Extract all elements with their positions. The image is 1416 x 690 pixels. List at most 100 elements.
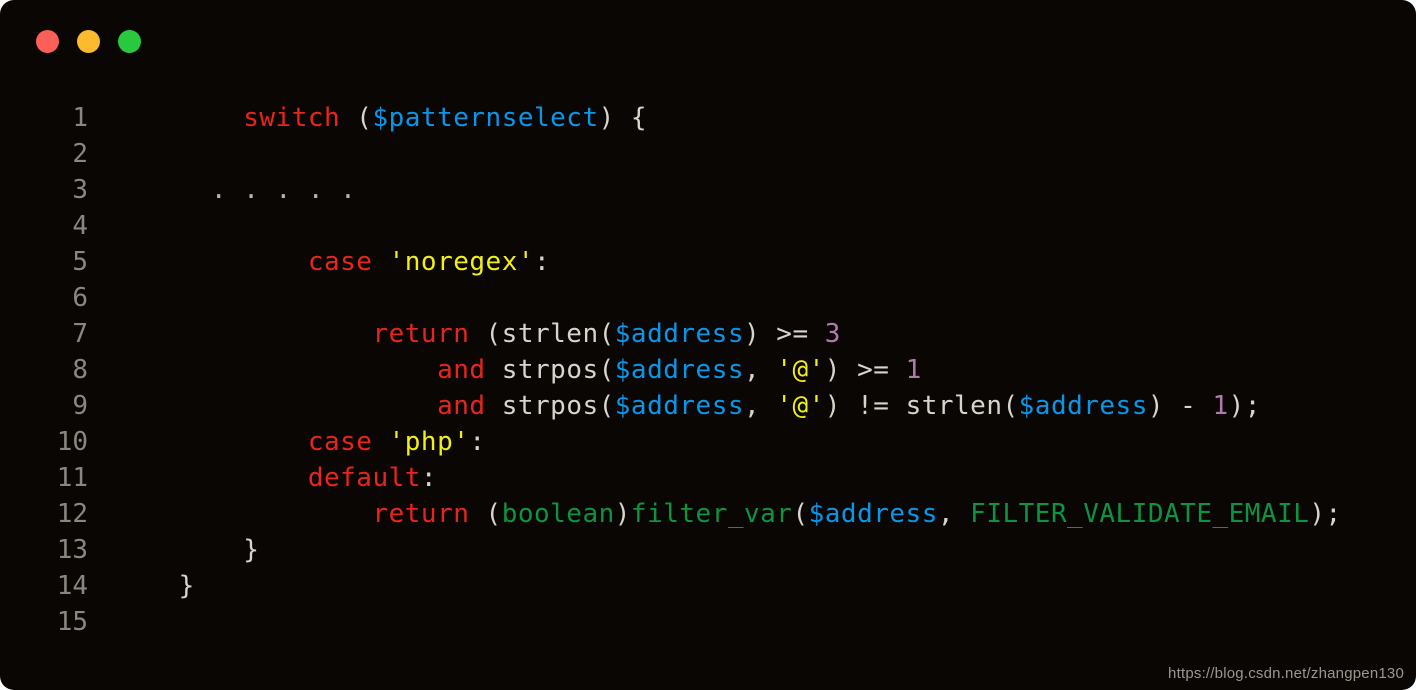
token-plain: } xyxy=(114,535,260,565)
token-num: 1 xyxy=(1212,391,1229,421)
line-number: 2 xyxy=(72,139,88,169)
token-fn: filter_var xyxy=(630,499,793,529)
code-line[interactable]: 13 } xyxy=(0,532,1416,568)
code-line-content: switch ($patternselect) { xyxy=(88,100,1416,136)
token-plain: strpos( xyxy=(485,355,615,385)
token-plain: ); xyxy=(1309,499,1342,529)
line-number: 3 xyxy=(72,175,88,205)
token-kw: case xyxy=(307,427,373,457)
token-plain: , xyxy=(937,499,971,529)
token-kw: switch xyxy=(243,103,341,133)
code-line[interactable]: 7 return (strlen($address) >= 3 xyxy=(0,316,1416,352)
code-line[interactable]: 10 case 'php': xyxy=(0,424,1416,460)
token-str: '@' xyxy=(776,355,825,385)
code-line-content: } xyxy=(88,532,1416,568)
code-line-content: and strpos($address, '@') != strlen($add… xyxy=(88,388,1416,424)
token-kw: and xyxy=(437,391,486,421)
token-plain: ) { xyxy=(598,103,648,133)
token-plain: ) >= xyxy=(824,355,906,385)
code-line[interactable]: 5 case 'noregex': xyxy=(0,244,1416,280)
window-titlebar xyxy=(0,0,1416,82)
code-window: 1 switch ($patternselect) {2 3 . . . . .4… xyxy=(0,0,1416,690)
token-plain: : xyxy=(420,463,438,493)
token-kw: and xyxy=(437,355,486,385)
token-plain: ( xyxy=(792,499,809,529)
token-type: boolean xyxy=(501,499,615,529)
token-plain: : xyxy=(534,247,551,277)
token-var: $patternselect xyxy=(372,103,599,133)
line-number: 7 xyxy=(72,319,88,349)
line-number: 4 xyxy=(72,211,88,241)
watermark-url: https://blog.csdn.net/zhangpen130 xyxy=(1168,665,1404,682)
line-number: 1 xyxy=(72,103,88,133)
token-plain: ) xyxy=(614,499,631,529)
code-line-content: return (strlen($address) >= 3 xyxy=(88,316,1416,352)
token-plain: ( xyxy=(469,499,502,529)
token-kw: case xyxy=(307,247,373,277)
token-plain: } xyxy=(114,571,195,601)
line-number: 15 xyxy=(56,607,88,637)
token-plain: ( xyxy=(340,103,373,133)
line-number: 11 xyxy=(56,463,88,493)
token-plain: ) - xyxy=(1147,391,1213,421)
code-line-content: and strpos($address, '@') >= 1 xyxy=(88,352,1416,388)
line-number: 13 xyxy=(56,535,88,565)
code-line-content: case 'noregex': xyxy=(88,244,1416,280)
code-line[interactable]: 4 xyxy=(0,208,1416,244)
token-plain: strpos( xyxy=(485,391,615,421)
close-dot[interactable] xyxy=(36,30,59,53)
token-kw: return xyxy=(372,499,470,529)
line-number: 10 xyxy=(56,427,88,457)
code-line-content: default: xyxy=(88,460,1416,496)
code-line[interactable]: 14 } xyxy=(0,568,1416,604)
token-var: $address xyxy=(614,355,745,385)
code-editor[interactable]: 1 switch ($patternselect) {2 3 . . . . .4… xyxy=(0,100,1416,690)
maximize-dot[interactable] xyxy=(118,30,141,53)
token-kw: default xyxy=(307,463,421,493)
minimize-dot[interactable] xyxy=(77,30,100,53)
token-var: $address xyxy=(808,499,938,529)
code-line[interactable]: 8 and strpos($address, '@') >= 1 xyxy=(0,352,1416,388)
token-kw: return xyxy=(372,319,470,349)
code-line[interactable]: 1 switch ($patternselect) { xyxy=(0,100,1416,136)
line-number: 12 xyxy=(56,499,88,529)
token-dots: . . . . . xyxy=(210,175,357,205)
line-number: 8 xyxy=(72,355,88,385)
code-line[interactable]: 2 xyxy=(0,136,1416,172)
token-plain: ); xyxy=(1228,391,1261,421)
token-plain: : xyxy=(469,427,486,457)
code-line[interactable]: 9 and strpos($address, '@') != strlen($a… xyxy=(0,388,1416,424)
code-line[interactable]: 11 default: xyxy=(0,460,1416,496)
token-plain: , xyxy=(744,355,777,385)
token-plain: , xyxy=(744,391,777,421)
code-line-content: } xyxy=(88,568,1416,604)
line-number: 14 xyxy=(56,571,88,601)
code-line-content: return (boolean)filter_var($address, FIL… xyxy=(88,496,1416,532)
code-line[interactable]: 3 . . . . . xyxy=(0,172,1416,208)
token-var: $address xyxy=(614,391,745,421)
code-line[interactable]: 15 xyxy=(0,604,1416,640)
token-plain: ) != strlen( xyxy=(824,391,1019,421)
token-const: FILTER_VALIDATE_EMAIL xyxy=(970,499,1310,529)
token-var: $address xyxy=(614,319,744,349)
code-line-content: case 'php': xyxy=(88,424,1416,460)
line-number: 6 xyxy=(72,283,88,313)
code-line[interactable]: 12 return (boolean)filter_var($address, … xyxy=(0,496,1416,532)
token-num: 1 xyxy=(905,355,922,385)
line-number: 5 xyxy=(72,247,88,277)
token-str: '@' xyxy=(776,391,825,421)
token-num: 3 xyxy=(824,319,841,349)
line-number: 9 xyxy=(72,391,88,421)
token-str: 'noregex' xyxy=(388,247,535,277)
code-line[interactable]: 6 xyxy=(0,280,1416,316)
